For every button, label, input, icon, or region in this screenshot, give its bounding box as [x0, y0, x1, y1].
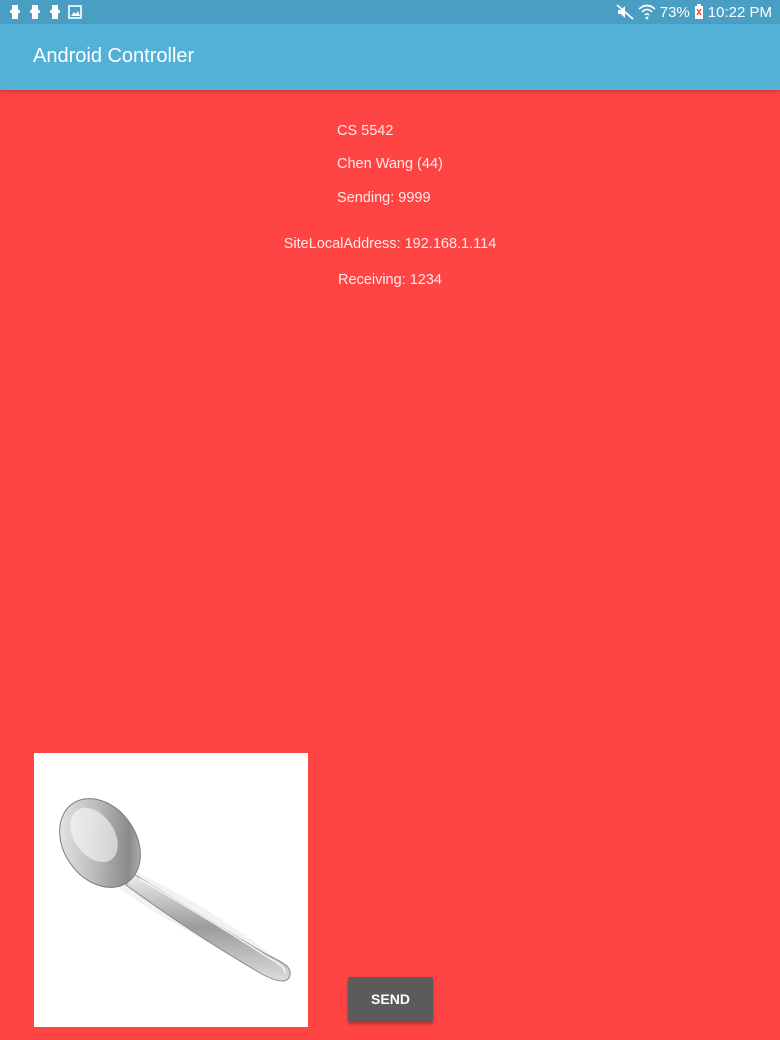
author-label: Chen Wang (44): [337, 156, 443, 172]
battery-percent: 73%: [659, 3, 690, 21]
gallery-icon: [68, 5, 82, 19]
android-debug-icon: [50, 5, 60, 19]
notification-icons: [8, 4, 82, 20]
status-bar: 73% 10:22 PM: [0, 0, 780, 24]
spoon-image: [34, 753, 308, 1027]
wifi-icon: [638, 4, 656, 20]
sending-port-label: Sending: 9999: [337, 190, 431, 206]
spoon-icon: [59, 798, 291, 982]
battery-icon: [694, 4, 703, 19]
main-content: CS 5542 Chen Wang (44) Sending: 9999 Sit…: [0, 90, 780, 1040]
course-label: CS 5542: [337, 123, 394, 139]
mute-icon: [616, 4, 634, 20]
system-status: 73% 10:22 PM: [616, 3, 772, 21]
site-local-address-label: SiteLocalAddress: 192.168.1.114: [283, 236, 497, 252]
android-debug-icon: [30, 5, 40, 19]
app-bar: Android Controller: [0, 24, 780, 90]
app-title: Android Controller: [33, 45, 195, 67]
clock: 10:22 PM: [707, 3, 772, 21]
receiving-port-label: Receiving: 1234: [338, 272, 442, 288]
send-button[interactable]: SEND: [348, 977, 433, 1022]
android-debug-icon: [10, 5, 20, 19]
